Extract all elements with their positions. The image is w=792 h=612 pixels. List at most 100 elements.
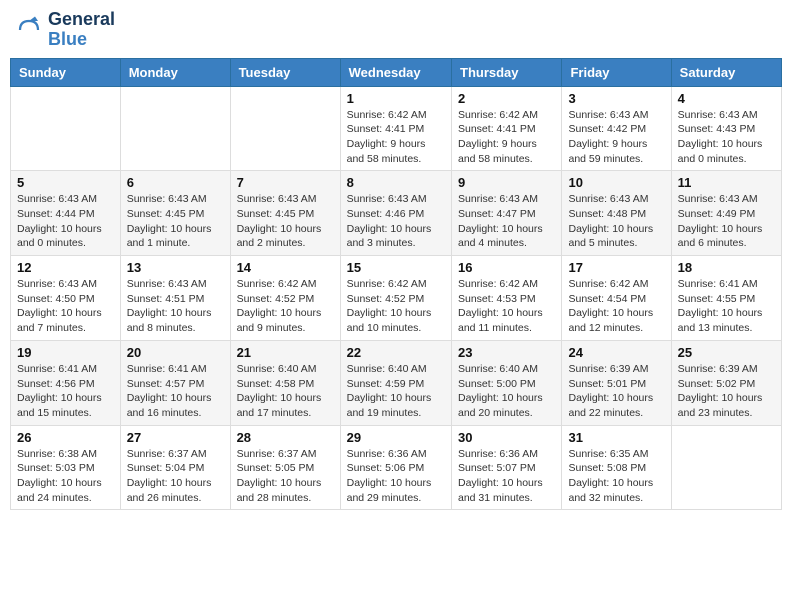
info-line: Sunset: 4:59 PM xyxy=(347,378,425,390)
calendar-cell: 17Sunrise: 6:42 AMSunset: 4:54 PMDayligh… xyxy=(562,256,671,341)
info-line: and 2 minutes. xyxy=(237,237,306,249)
info-line: Daylight: 10 hours xyxy=(678,223,763,235)
info-line: and 28 minutes. xyxy=(237,492,312,504)
info-line: Sunrise: 6:37 AM xyxy=(127,448,207,460)
info-line: Sunset: 4:54 PM xyxy=(568,293,646,305)
calendar-cell: 14Sunrise: 6:42 AMSunset: 4:52 PMDayligh… xyxy=(230,256,340,341)
day-number: 25 xyxy=(678,345,775,360)
day-info: Sunrise: 6:39 AMSunset: 5:02 PMDaylight:… xyxy=(678,362,775,421)
day-info: Sunrise: 6:38 AMSunset: 5:03 PMDaylight:… xyxy=(17,447,114,506)
info-line: Sunrise: 6:40 AM xyxy=(347,363,427,375)
calendar-cell: 23Sunrise: 6:40 AMSunset: 5:00 PMDayligh… xyxy=(452,340,562,425)
day-number: 18 xyxy=(678,260,775,275)
info-line: Sunrise: 6:42 AM xyxy=(568,278,648,290)
info-line: and 20 minutes. xyxy=(458,407,533,419)
info-line: Daylight: 10 hours xyxy=(678,392,763,404)
info-line: Daylight: 10 hours xyxy=(568,307,653,319)
info-line: and 59 minutes. xyxy=(568,153,643,165)
day-info: Sunrise: 6:35 AMSunset: 5:08 PMDaylight:… xyxy=(568,447,664,506)
info-line: Daylight: 9 hours xyxy=(347,138,426,150)
weekday-header-row: SundayMondayTuesdayWednesdayThursdayFrid… xyxy=(11,58,782,86)
day-info: Sunrise: 6:43 AMSunset: 4:51 PMDaylight:… xyxy=(127,277,224,336)
info-line: Sunrise: 6:39 AM xyxy=(678,363,758,375)
info-line: Daylight: 10 hours xyxy=(17,392,102,404)
info-line: Daylight: 10 hours xyxy=(458,477,543,489)
info-line: Sunset: 5:03 PM xyxy=(17,462,95,474)
info-line: and 15 minutes. xyxy=(17,407,92,419)
calendar-cell: 27Sunrise: 6:37 AMSunset: 5:04 PMDayligh… xyxy=(120,425,230,510)
info-line: Sunset: 4:51 PM xyxy=(127,293,205,305)
day-number: 24 xyxy=(568,345,664,360)
day-info: Sunrise: 6:43 AMSunset: 4:44 PMDaylight:… xyxy=(17,192,114,251)
day-number: 19 xyxy=(17,345,114,360)
calendar-cell: 24Sunrise: 6:39 AMSunset: 5:01 PMDayligh… xyxy=(562,340,671,425)
day-info: Sunrise: 6:43 AMSunset: 4:50 PMDaylight:… xyxy=(17,277,114,336)
info-line: Sunset: 4:45 PM xyxy=(127,208,205,220)
info-line: and 0 minutes. xyxy=(678,153,747,165)
calendar-cell: 25 Sunrise: 6:39 AMSunset: 5:02 PMDayligh… xyxy=(671,340,781,425)
info-line: Sunset: 4:58 PM xyxy=(237,378,315,390)
day-info: Sunrise: 6:37 AMSunset: 5:05 PMDaylight:… xyxy=(237,447,334,506)
info-line: Daylight: 10 hours xyxy=(458,307,543,319)
info-line: and 58 minutes. xyxy=(458,153,533,165)
logo-text: General Blue xyxy=(48,10,115,50)
calendar: SundayMondayTuesdayWednesdayThursdayFrid… xyxy=(10,58,782,511)
info-line: Sunrise: 6:36 AM xyxy=(458,448,538,460)
day-number: 13 xyxy=(127,260,224,275)
info-line: Daylight: 10 hours xyxy=(17,307,102,319)
info-line: Daylight: 10 hours xyxy=(347,307,432,319)
info-line: Daylight: 10 hours xyxy=(347,223,432,235)
info-line: Sunset: 4:49 PM xyxy=(678,208,756,220)
day-number: 6 xyxy=(127,175,224,190)
weekday-header-tuesday: Tuesday xyxy=(230,58,340,86)
info-line: Sunrise: 6:42 AM xyxy=(237,278,317,290)
weekday-header-saturday: Saturday xyxy=(671,58,781,86)
day-info: Sunrise: 6:43 AMSunset: 4:47 PMDaylight:… xyxy=(458,192,555,251)
day-number: 8 xyxy=(347,175,445,190)
info-line: Sunrise: 6:36 AM xyxy=(347,448,427,460)
calendar-cell: 12Sunrise: 6:43 AMSunset: 4:50 PMDayligh… xyxy=(11,256,121,341)
calendar-cell: 4Sunrise: 6:43 AMSunset: 4:43 PMDaylight… xyxy=(671,86,781,171)
day-number: 11 xyxy=(678,175,775,190)
logo: General Blue xyxy=(14,10,115,50)
calendar-cell: 5Sunrise: 6:43 AMSunset: 4:44 PMDaylight… xyxy=(11,171,121,256)
calendar-cell: 26Sunrise: 6:38 AMSunset: 5:03 PMDayligh… xyxy=(11,425,121,510)
info-line: Sunset: 4:41 PM xyxy=(347,123,425,135)
day-info: Sunrise: 6:41 AMSunset: 4:56 PMDaylight:… xyxy=(17,362,114,421)
info-line: Sunset: 4:48 PM xyxy=(568,208,646,220)
info-line: and 6 minutes. xyxy=(678,237,747,249)
info-line: Sunrise: 6:42 AM xyxy=(347,109,427,121)
day-number: 9 xyxy=(458,175,555,190)
info-line: Sunset: 4:52 PM xyxy=(347,293,425,305)
calendar-week-2: 5Sunrise: 6:43 AMSunset: 4:44 PMDaylight… xyxy=(11,171,782,256)
info-line: Sunset: 4:47 PM xyxy=(458,208,536,220)
info-line: and 16 minutes. xyxy=(127,407,202,419)
calendar-cell: 6 Sunrise: 6:43 AMSunset: 4:45 PMDaylight… xyxy=(120,171,230,256)
day-number: 30 xyxy=(458,430,555,445)
info-line: and 32 minutes. xyxy=(568,492,643,504)
info-line: Sunset: 4:46 PM xyxy=(347,208,425,220)
info-line: Sunset: 5:05 PM xyxy=(237,462,315,474)
calendar-header: SundayMondayTuesdayWednesdayThursdayFrid… xyxy=(11,58,782,86)
weekday-header-wednesday: Wednesday xyxy=(340,58,451,86)
info-line: and 29 minutes. xyxy=(347,492,422,504)
info-line: Daylight: 10 hours xyxy=(127,307,212,319)
info-line: Daylight: 10 hours xyxy=(678,138,763,150)
info-line: Sunrise: 6:35 AM xyxy=(568,448,648,460)
info-line: Daylight: 10 hours xyxy=(127,223,212,235)
info-line: Daylight: 10 hours xyxy=(347,477,432,489)
calendar-week-3: 12Sunrise: 6:43 AMSunset: 4:50 PMDayligh… xyxy=(11,256,782,341)
info-line: Sunrise: 6:43 AM xyxy=(458,193,538,205)
day-info: Sunrise: 6:42 AM Sunset: 4:54 PM Daylight:… xyxy=(568,277,664,336)
info-line: Sunrise: 6:42 AM xyxy=(458,109,538,121)
info-line: Sunrise: 6:43 AM xyxy=(568,193,648,205)
calendar-cell: 3Sunrise: 6:43 AMSunset: 4:42 PMDaylight… xyxy=(562,86,671,171)
day-info: Sunrise: 6:43 AMSunset: 4:45 PMDaylight:… xyxy=(127,192,224,251)
calendar-cell: 21Sunrise: 6:40 AMSunset: 4:58 PMDayligh… xyxy=(230,340,340,425)
weekday-header-monday: Monday xyxy=(120,58,230,86)
calendar-cell xyxy=(230,86,340,171)
day-info: Sunrise: 6:36 AMSunset: 5:07 PMDaylight:… xyxy=(458,447,555,506)
info-line: Sunrise: 6:43 AM xyxy=(17,278,97,290)
day-info: Sunrise: 6:41 AMSunset: 4:57 PMDaylight:… xyxy=(127,362,224,421)
info-line: and 3 minutes. xyxy=(347,237,416,249)
